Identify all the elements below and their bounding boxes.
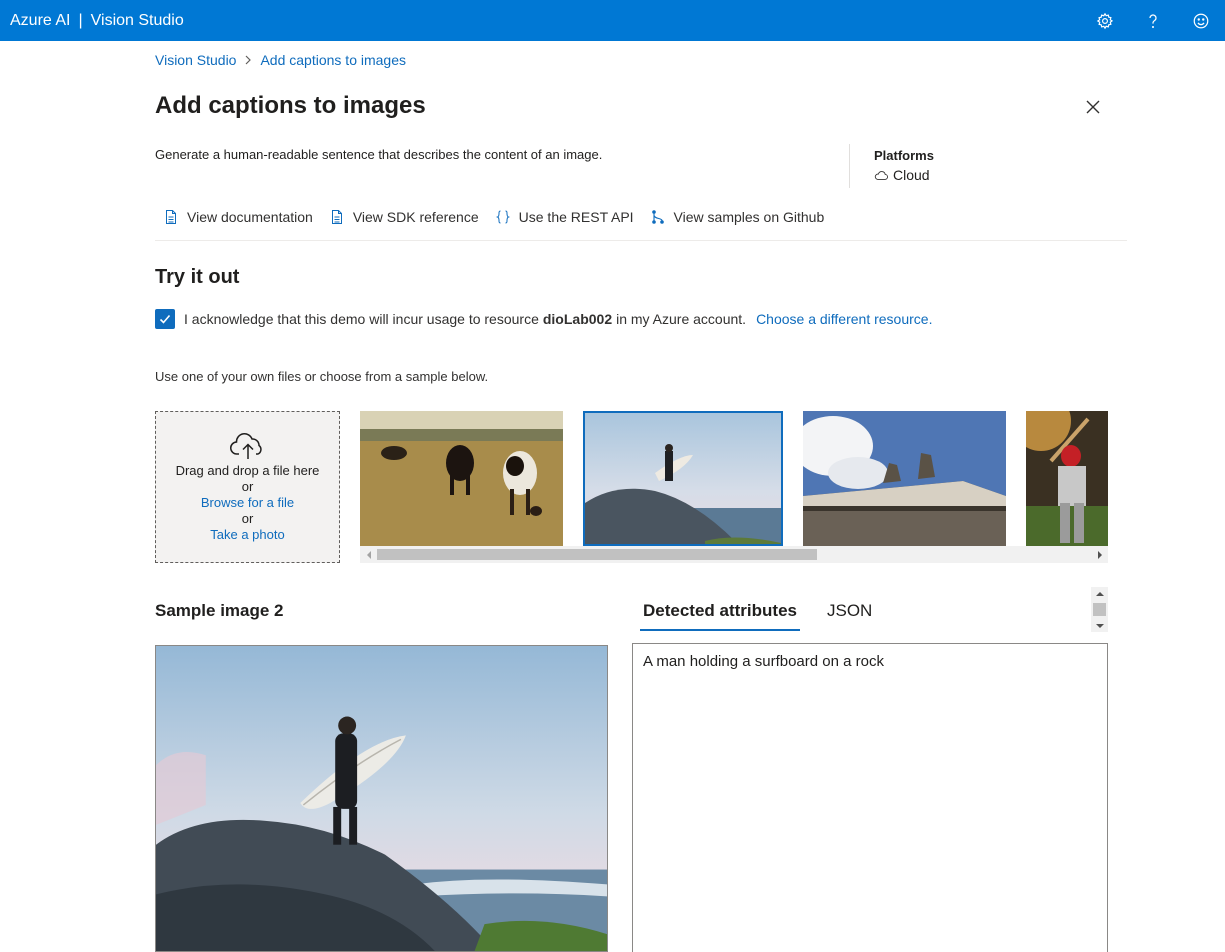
close-icon[interactable]: [1084, 98, 1102, 116]
choose-different-resource-link[interactable]: Choose a different resource.: [756, 311, 932, 327]
topbar-icons: [1081, 0, 1225, 41]
view-documentation-label: View documentation: [187, 209, 313, 225]
view-sdk-reference-link[interactable]: View SDK reference: [329, 209, 479, 225]
cloud-upload-icon: [156, 432, 339, 463]
breadcrumb: Vision Studio Add captions to images: [155, 52, 406, 68]
scroll-right-arrow-icon[interactable]: [1091, 546, 1108, 563]
brand-azure-ai: Azure AI: [10, 11, 71, 29]
tabs-vertical-scrollbar[interactable]: [1091, 587, 1108, 632]
horizontal-scroll-thumb[interactable]: [377, 549, 817, 560]
result-tabs: Detected attributes JSON: [640, 597, 875, 631]
section-divider: [155, 240, 1127, 241]
vertical-scroll-thumb[interactable]: [1093, 603, 1106, 616]
take-photo-link[interactable]: Take a photo: [156, 527, 339, 543]
page-description: Generate a human-readable sentence that …: [155, 147, 603, 162]
sample-image-heading: Sample image 2: [155, 601, 284, 620]
breadcrumb-vision-studio[interactable]: Vision Studio: [155, 52, 236, 68]
view-sdk-reference-label: View SDK reference: [352, 209, 479, 225]
drag-drop-text: Drag and drop a file here: [175, 463, 320, 478]
sample-thumb-cows[interactable]: [360, 411, 563, 546]
acknowledge-row: I acknowledge that this demo will incur …: [155, 309, 932, 329]
acknowledge-text-prefix: I acknowledge that this demo will incur …: [184, 311, 539, 327]
try-it-out-heading: Try it out: [155, 266, 240, 288]
resource-name: dioLab002: [542, 311, 613, 327]
scroll-down-arrow-icon[interactable]: [1091, 620, 1108, 632]
acknowledge-text-suffix: in my Azure account.: [616, 311, 747, 327]
document-icon: [331, 210, 342, 224]
breadcrumb-current[interactable]: Add captions to images: [260, 52, 406, 68]
document-icon: [166, 210, 176, 224]
sample-thumb-surfer[interactable]: [583, 411, 783, 546]
detected-attributes-panel: A man holding a surfboard on a rock: [632, 643, 1108, 952]
branch-icon: [651, 210, 664, 224]
acknowledge-checkbox[interactable]: [155, 309, 175, 329]
resource-links: View documentation View SDK reference Us…: [163, 209, 840, 225]
view-samples-github-label: View samples on Github: [673, 209, 825, 225]
or-text: or: [241, 479, 254, 494]
chevron-right-icon: [236, 53, 260, 67]
help-question-icon[interactable]: [1129, 0, 1177, 41]
brand-separator: |: [78, 11, 83, 29]
sample-thumb-building[interactable]: [803, 411, 1006, 546]
scroll-up-arrow-icon[interactable]: [1091, 587, 1108, 599]
tab-json[interactable]: JSON: [824, 597, 875, 631]
caption-result: A man holding a surfboard on a rock: [643, 653, 884, 670]
file-dropzone[interactable]: Drag and drop a file here or Browse for …: [155, 411, 340, 563]
checkmark-icon: [159, 314, 171, 324]
braces-icon: [495, 210, 510, 224]
tab-detected-attributes[interactable]: Detected attributes: [640, 597, 800, 631]
platforms-panel: Platforms Cloud: [849, 144, 934, 188]
gallery-horizontal-scrollbar[interactable]: [360, 546, 1108, 563]
sample-image-preview: [155, 645, 608, 952]
top-bar: Azure AI | Vision Studio: [0, 0, 1225, 41]
page-title: Add captions to images: [155, 92, 426, 119]
view-samples-github-link[interactable]: View samples on Github: [650, 209, 825, 225]
browse-file-link[interactable]: Browse for a file: [156, 495, 339, 511]
brand[interactable]: Azure AI | Vision Studio: [0, 12, 184, 30]
platform-cloud-label: Cloud: [893, 167, 930, 183]
sample-gallery: [360, 411, 1108, 546]
feedback-smiley-icon[interactable]: [1177, 0, 1225, 41]
platforms-title: Platforms: [874, 148, 934, 163]
view-documentation-link[interactable]: View documentation: [163, 209, 313, 225]
scroll-left-arrow-icon[interactable]: [360, 546, 377, 563]
use-rest-api-label: Use the REST API: [518, 209, 634, 225]
own-files-hint: Use one of your own files or choose from…: [155, 369, 489, 384]
use-rest-api-link[interactable]: Use the REST API: [495, 209, 634, 225]
settings-gear-icon[interactable]: [1081, 0, 1129, 41]
sample-thumb-baseball[interactable]: [1026, 411, 1108, 546]
platform-value: Cloud: [874, 167, 934, 183]
or-text: or: [241, 511, 254, 526]
brand-vision-studio: Vision Studio: [90, 11, 184, 29]
cloud-icon: [874, 171, 888, 180]
